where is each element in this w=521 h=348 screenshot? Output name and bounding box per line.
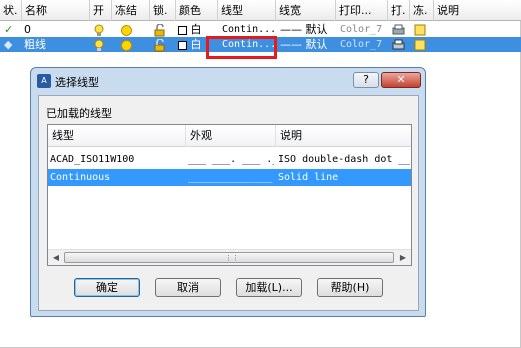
col-freeze[interactable]: 冻结 — [112, 0, 150, 21]
lock-open-icon[interactable] — [154, 37, 172, 52]
col-on[interactable]: 开 — [90, 0, 112, 21]
linetype-name: ACAD_ISO11W100 — [50, 154, 135, 165]
linetype-list[interactable]: 线型 外观 说明 ACAD_ISO11W100 ___ ___. ___ .__… — [47, 124, 412, 266]
dialog-client: 已加载的线型 线型 外观 说明 ACAD_ISO11W100 ___ ___. … — [38, 95, 419, 311]
layer-lineweight[interactable]: —— 默认 — [280, 37, 334, 52]
linetype-row[interactable]: ACAD_ISO11W100 ___ ___. ___ .___ ._ ISO … — [48, 151, 411, 168]
linetype-name: Continuous — [50, 172, 111, 183]
col-plotstyle[interactable]: 打印... — [336, 0, 388, 21]
layer-color-name: 白 — [190, 38, 202, 51]
load-button[interactable]: 加载(L)... — [236, 278, 302, 297]
layer-name[interactable]: 0 — [24, 22, 84, 37]
layer-row[interactable]: ✓ 0 白 Contin... —— 默认 Color_7 — [0, 22, 521, 37]
linetype-row-selected[interactable]: Continuous ______________ Solid line — [48, 169, 411, 186]
linetype-appearance: ___ ___. ___ .___ ._ — [188, 154, 274, 165]
select-linetype-dialog: A 选择线型 ? ✕ 已加载的线型 线型 外观 说明 ACAD_ISO11W10… — [30, 67, 426, 317]
scroll-right-arrow-icon[interactable]: ▶ — [395, 250, 411, 265]
printer-icon[interactable] — [392, 22, 410, 37]
col-linetype[interactable]: 线型 — [48, 125, 186, 147]
layer-status-icon: ◆ — [4, 38, 13, 51]
dialog-title: 选择线型 — [55, 76, 99, 89]
horizontal-scrollbar[interactable]: ◀ ⋮⋮ ▶ — [48, 249, 411, 265]
lightbulb-icon[interactable] — [94, 37, 110, 52]
col-description[interactable]: 说明 — [434, 0, 521, 21]
loaded-linetypes-label: 已加载的线型 — [46, 107, 112, 120]
layer-color[interactable]: 白 — [178, 22, 216, 37]
layer-plotstyle: Color_7 — [340, 39, 383, 50]
layer-name[interactable]: 粗线 — [24, 37, 84, 52]
linetype-appearance: ______________ — [188, 172, 273, 183]
col-color[interactable]: 颜色 — [176, 0, 218, 21]
sun-icon[interactable] — [120, 22, 140, 37]
col-lock[interactable]: 锁. — [150, 0, 176, 21]
col-vpfreeze[interactable]: 冻. — [410, 0, 434, 21]
lock-open-icon[interactable] — [154, 22, 172, 37]
col-description[interactable]: 说明 — [276, 125, 411, 147]
sun-icon[interactable] — [120, 37, 140, 52]
linetype-highlight-box — [206, 36, 277, 59]
col-appearance[interactable]: 外观 — [186, 125, 276, 147]
help-titlebar-button[interactable]: ? — [353, 72, 379, 88]
layer-plotstyle: Color_7 — [340, 24, 383, 35]
lightbulb-icon[interactable] — [94, 22, 110, 37]
vp-freeze-icon[interactable] — [414, 22, 432, 37]
layer-lineweight[interactable]: —— 默认 — [280, 22, 334, 37]
autocad-app-icon: A — [37, 74, 51, 88]
layer-grid-header: 状. 名称 开 冻结 锁. 颜色 线型 线宽 打印... 打. 冻. 说明 — [0, 0, 521, 21]
col-linetype[interactable]: 线型 — [218, 0, 276, 21]
ok-button[interactable]: 确定 — [74, 278, 140, 297]
linetype-list-header: 线型 外观 说明 — [48, 125, 411, 147]
col-status[interactable]: 状. — [0, 0, 22, 21]
help-button[interactable]: 帮助(H) — [317, 278, 383, 297]
col-plot[interactable]: 打. — [388, 0, 410, 21]
col-name[interactable]: 名称 — [22, 0, 90, 21]
scroll-thumb[interactable]: ⋮⋮ — [64, 252, 394, 263]
vp-freeze-icon[interactable] — [414, 37, 432, 52]
scroll-left-arrow-icon[interactable]: ◀ — [48, 250, 64, 265]
cancel-button[interactable]: 取消 — [155, 278, 221, 297]
close-button[interactable]: ✕ — [381, 72, 421, 88]
scroll-grip-icon: ⋮⋮ — [225, 254, 239, 262]
current-layer-check-icon: ✓ — [4, 23, 14, 36]
printer-icon[interactable] — [392, 37, 410, 52]
layer-linetype[interactable]: Contin... — [222, 22, 274, 37]
linetype-description: Solid line — [278, 172, 339, 183]
linetype-description: ISO double-dash dot __ __ . — [278, 154, 410, 165]
col-lineweight[interactable]: 线宽 — [276, 0, 336, 21]
dialog-titlebar[interactable]: A 选择线型 ? ✕ — [31, 68, 425, 94]
layer-color-name: 白 — [190, 23, 202, 36]
